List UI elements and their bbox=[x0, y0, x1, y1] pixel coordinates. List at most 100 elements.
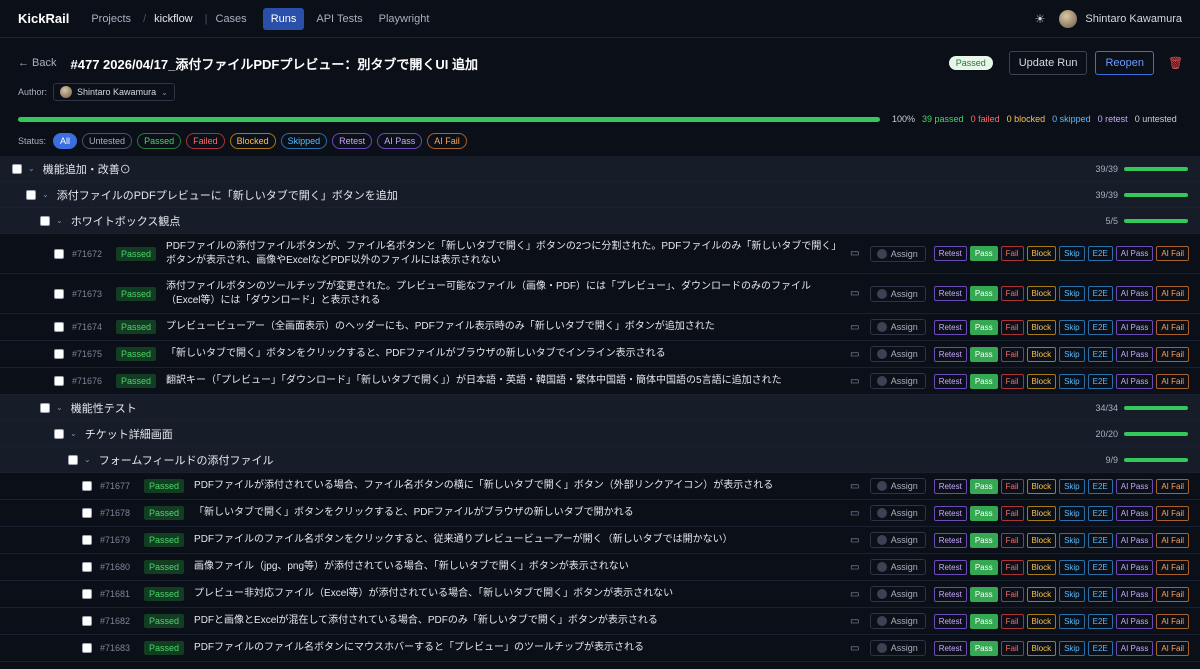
checkbox[interactable] bbox=[82, 589, 92, 599]
fail-button[interactable]: Fail bbox=[1000, 532, 1024, 548]
block-button[interactable]: Block bbox=[1026, 373, 1057, 389]
retest-button[interactable]: Retest bbox=[933, 346, 967, 362]
retest-button[interactable]: Retest bbox=[933, 373, 967, 389]
block-button[interactable]: Block bbox=[1026, 640, 1057, 656]
fail-button[interactable]: Fail bbox=[1000, 505, 1024, 521]
e2e-button[interactable]: E2E bbox=[1087, 319, 1113, 335]
nav-runs-tab[interactable]: Runs bbox=[262, 7, 305, 30]
skip-button[interactable]: Skip bbox=[1059, 586, 1085, 602]
e2e-button[interactable]: E2E bbox=[1087, 532, 1113, 548]
comment-icon[interactable]: ▭ bbox=[848, 616, 862, 627]
block-button[interactable]: Block bbox=[1026, 319, 1057, 335]
retest-button[interactable]: Retest bbox=[933, 505, 967, 521]
fail-button[interactable]: Fail bbox=[1000, 613, 1024, 629]
case-id[interactable]: #71679 bbox=[100, 535, 140, 545]
comment-icon[interactable]: ▭ bbox=[848, 288, 862, 299]
assign-button[interactable]: Assign bbox=[869, 532, 926, 548]
assign-button[interactable]: Assign bbox=[869, 559, 926, 575]
group-row[interactable]: ⌄ 機能追加・改善⊙ 39/39 bbox=[0, 156, 1200, 182]
e2e-button[interactable]: E2E bbox=[1087, 640, 1113, 656]
e2e-button[interactable]: E2E bbox=[1087, 286, 1113, 301]
aifail-button[interactable]: AI Fail bbox=[1156, 586, 1189, 602]
checkbox[interactable] bbox=[54, 349, 64, 359]
status-chip-passed[interactable]: Passed bbox=[137, 133, 182, 149]
pass-button[interactable]: Pass bbox=[969, 532, 998, 548]
aifail-button[interactable]: AI Fail bbox=[1156, 505, 1189, 521]
sun-icon[interactable]: ☀ bbox=[1035, 12, 1046, 26]
status-chip-failed[interactable]: Failed bbox=[186, 133, 225, 149]
assign-button[interactable]: Assign bbox=[869, 640, 926, 656]
status-chip-retest[interactable]: Retest bbox=[332, 133, 373, 149]
comment-icon[interactable]: ▭ bbox=[848, 508, 862, 519]
checkbox[interactable] bbox=[82, 535, 92, 545]
pass-button[interactable]: Pass bbox=[969, 586, 998, 602]
retest-button[interactable]: Retest bbox=[933, 532, 967, 548]
comment-icon[interactable]: ▭ bbox=[848, 589, 862, 600]
block-button[interactable]: Block bbox=[1026, 478, 1057, 494]
aipass-button[interactable]: AI Pass bbox=[1115, 478, 1154, 494]
checkbox[interactable] bbox=[40, 215, 50, 226]
group-row[interactable]: ⌄ 添付ファイルのPDFプレビューに「新しいタブで開く」ボタンを追加 39/39 bbox=[0, 182, 1200, 208]
chevron-down-icon[interactable]: ⌄ bbox=[84, 455, 91, 464]
aipass-button[interactable]: AI Pass bbox=[1115, 346, 1154, 362]
brand-logo[interactable]: KickRail bbox=[18, 11, 69, 26]
e2e-button[interactable]: E2E bbox=[1087, 346, 1113, 362]
checkbox[interactable] bbox=[68, 454, 78, 465]
fail-button[interactable]: Fail bbox=[1000, 640, 1024, 656]
pass-button[interactable]: Pass bbox=[969, 246, 998, 261]
e2e-button[interactable]: E2E bbox=[1087, 559, 1113, 575]
aipass-button[interactable]: AI Pass bbox=[1115, 373, 1154, 389]
retest-button[interactable]: Retest bbox=[933, 613, 967, 629]
case-id[interactable]: #71677 bbox=[100, 481, 140, 491]
assign-button[interactable]: Assign bbox=[869, 478, 926, 494]
checkbox[interactable] bbox=[82, 508, 92, 518]
block-button[interactable]: Block bbox=[1026, 505, 1057, 521]
aifail-button[interactable]: AI Fail bbox=[1156, 346, 1189, 362]
assign-button[interactable]: Assign bbox=[869, 285, 926, 302]
e2e-button[interactable]: E2E bbox=[1087, 478, 1113, 494]
nav-project-name[interactable]: kickflow bbox=[154, 13, 193, 25]
assign-button[interactable]: Assign bbox=[869, 319, 926, 335]
aipass-button[interactable]: AI Pass bbox=[1115, 319, 1154, 335]
e2e-button[interactable]: E2E bbox=[1087, 246, 1113, 261]
assign-button[interactable]: Assign bbox=[869, 245, 926, 262]
fail-button[interactable]: Fail bbox=[1000, 586, 1024, 602]
case-id[interactable]: #71675 bbox=[72, 349, 112, 359]
update-run-button[interactable]: Update Run bbox=[1008, 51, 1088, 75]
block-button[interactable]: Block bbox=[1026, 586, 1057, 602]
case-id[interactable]: #71676 bbox=[72, 376, 112, 386]
aifail-button[interactable]: AI Fail bbox=[1156, 373, 1189, 389]
fail-button[interactable]: Fail bbox=[1000, 559, 1024, 575]
aipass-button[interactable]: AI Pass bbox=[1115, 286, 1154, 301]
case-id[interactable]: #71682 bbox=[100, 616, 140, 626]
e2e-button[interactable]: E2E bbox=[1087, 505, 1113, 521]
checkbox[interactable] bbox=[54, 428, 64, 439]
assign-button[interactable]: Assign bbox=[869, 586, 926, 602]
comment-icon[interactable]: ▭ bbox=[848, 349, 862, 360]
aifail-button[interactable]: AI Fail bbox=[1156, 319, 1189, 335]
aifail-button[interactable]: AI Fail bbox=[1156, 613, 1189, 629]
case-id[interactable]: #71674 bbox=[72, 322, 112, 332]
pass-button[interactable]: Pass bbox=[969, 346, 998, 362]
pass-button[interactable]: Pass bbox=[969, 505, 998, 521]
chevron-down-icon[interactable]: ⌄ bbox=[56, 403, 63, 412]
block-button[interactable]: Block bbox=[1026, 346, 1057, 362]
aipass-button[interactable]: AI Pass bbox=[1115, 586, 1154, 602]
nav-playwright-link[interactable]: Playwright bbox=[379, 13, 430, 25]
reopen-button[interactable]: Reopen bbox=[1095, 51, 1154, 75]
comment-icon[interactable]: ▭ bbox=[848, 248, 862, 259]
aipass-button[interactable]: AI Pass bbox=[1115, 559, 1154, 575]
group-row[interactable]: ⌄ チケット詳細画面 20/20 bbox=[0, 421, 1200, 447]
nav-cases-link[interactable]: Cases bbox=[216, 13, 247, 25]
fail-button[interactable]: Fail bbox=[1000, 373, 1024, 389]
comment-icon[interactable]: ▭ bbox=[848, 481, 862, 492]
aipass-button[interactable]: AI Pass bbox=[1115, 505, 1154, 521]
case-id[interactable]: #71681 bbox=[100, 589, 140, 599]
fail-button[interactable]: Fail bbox=[1000, 246, 1024, 261]
comment-icon[interactable]: ▭ bbox=[848, 643, 862, 654]
skip-button[interactable]: Skip bbox=[1059, 478, 1085, 494]
case-id[interactable]: #71680 bbox=[100, 562, 140, 572]
pass-button[interactable]: Pass bbox=[969, 319, 998, 335]
aifail-button[interactable]: AI Fail bbox=[1156, 478, 1189, 494]
status-chip-all[interactable]: All bbox=[53, 133, 78, 149]
